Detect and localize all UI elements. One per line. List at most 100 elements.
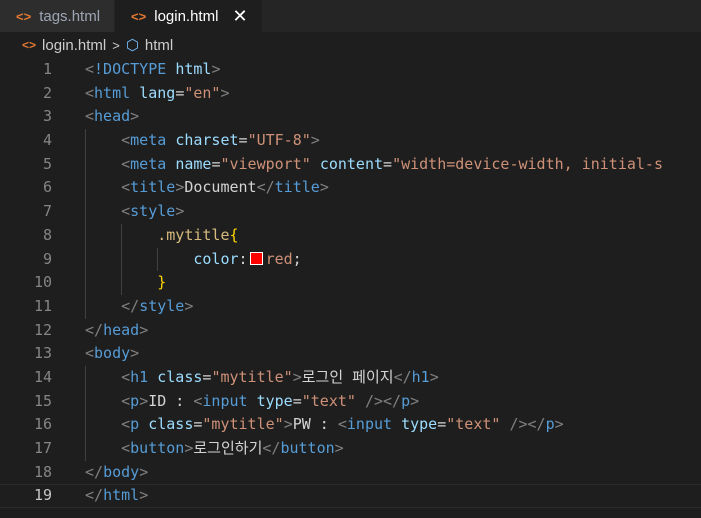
code-token: > [139, 462, 149, 481]
code-line[interactable]: 14 <h1 class="mytitle">로그인 페이지</h1> [0, 366, 701, 390]
code-token: > [283, 415, 293, 434]
code-line[interactable]: 17 <button>로그인하기</button> [0, 437, 701, 461]
code-token: red [265, 249, 293, 268]
code-token: < [121, 131, 131, 150]
code-token: </ [85, 486, 104, 505]
code-line[interactable]: 11 </style> [0, 295, 701, 319]
code-line[interactable]: 12 </head> [0, 319, 701, 343]
line-number: 2 [42, 83, 52, 102]
code-token: "en" [184, 83, 221, 102]
code-token: > [554, 415, 564, 434]
indent-guide [85, 129, 86, 319]
code-token: meta [130, 154, 167, 173]
code-token: </ [85, 462, 104, 481]
code-line[interactable]: 5 <meta name="viewport" content="width=d… [0, 153, 701, 177]
code-token: content [319, 154, 384, 173]
code-token: < [121, 178, 131, 197]
code-text: <body> [85, 342, 139, 366]
code-token: </ [85, 320, 104, 339]
indent-guide [121, 223, 123, 295]
code-token: ; [292, 249, 302, 268]
code-token: style [139, 296, 185, 315]
code-token: h1 [130, 367, 149, 386]
tab-tags-html[interactable]: <> tags.html [0, 0, 116, 32]
code-text: </body> [85, 461, 148, 485]
code-editor[interactable]: 1 <!DOCTYPE html> 2 <html lang="en"> 3 <head>… [0, 58, 701, 509]
line-number: 19 [33, 486, 52, 505]
code-token: > [130, 344, 140, 363]
code-token: html [103, 486, 140, 505]
line-number: 10 [33, 273, 52, 292]
code-line[interactable]: 19 </html> [0, 484, 701, 509]
code-token: html [94, 83, 131, 102]
color-swatch-icon[interactable] [249, 251, 263, 265]
code-token: head [94, 107, 131, 126]
code-token: p [130, 391, 140, 410]
code-text: color: red; [85, 248, 302, 272]
code-token: h1 [411, 367, 430, 386]
code-line[interactable]: 13 <body> [0, 342, 701, 366]
code-line[interactable]: 16 <p class="mytitle">PW : <input type="… [0, 413, 701, 437]
code-token: meta [130, 131, 167, 150]
code-text: <style> [85, 200, 184, 224]
code-line[interactable]: 2 <html lang="en"> [0, 82, 701, 106]
code-line[interactable]: 6 <title>Document</title> [0, 176, 701, 200]
code-text: </style> [85, 295, 193, 319]
code-token: "UTF-8" [247, 131, 311, 150]
code-token: body [94, 344, 131, 363]
code-text: <meta name="viewport" content="width=dev… [85, 153, 663, 177]
code-token: /></ [509, 415, 546, 434]
close-icon[interactable]: ✕ [232, 6, 247, 27]
code-line[interactable]: 10 } [0, 271, 701, 295]
breadcrumb-file[interactable]: login.html [42, 37, 106, 54]
code-token: > [139, 320, 149, 339]
code-line[interactable]: 18 </body> [0, 461, 701, 485]
line-number: 1 [42, 60, 52, 78]
code-token: PW : [292, 415, 338, 434]
tab-label: tags.html [39, 7, 101, 25]
code-token: body [103, 462, 140, 481]
code-token: < [85, 107, 95, 126]
code-line[interactable]: 7 <style> [0, 200, 701, 224]
code-line[interactable]: 15 <p>ID : <input type="text" /></p> [0, 390, 701, 414]
breadcrumb-symbol[interactable]: html [145, 37, 173, 54]
code-line[interactable]: 1 <!DOCTYPE html> [0, 58, 701, 82]
line-number: 9 [42, 249, 52, 268]
code-token: > [310, 131, 320, 150]
code-line[interactable]: 8 .mytitle{ [0, 224, 701, 248]
code-token: "mytitle" [202, 415, 284, 434]
code-line[interactable]: 4 <meta charset="UTF-8"> [0, 129, 701, 153]
code-token: Document [184, 178, 257, 197]
code-token: < [121, 439, 131, 457]
code-token: .mytitle [157, 225, 230, 244]
line-number: 18 [33, 462, 52, 481]
code-token: > [220, 83, 230, 102]
code-token: > [410, 391, 420, 410]
code-token: > [130, 107, 140, 126]
line-number: 6 [42, 178, 52, 197]
indent-guide [157, 247, 159, 272]
code-token: < [121, 367, 131, 386]
code-token: > [292, 367, 302, 386]
html-file-icon: <> [16, 8, 32, 24]
code-line[interactable]: 9 color: red; [0, 248, 701, 272]
code-token: > [211, 60, 221, 78]
code-token: "text" [446, 415, 501, 434]
code-token: input [346, 415, 393, 434]
code-token: > [429, 367, 439, 386]
code-token: "text" [301, 391, 356, 410]
code-line[interactable]: 3 <head> [0, 105, 701, 129]
code-token: style [130, 202, 176, 221]
tab-login-html[interactable]: <> login.html ✕ [115, 0, 263, 32]
code-token: > [319, 178, 329, 197]
code-token: button [280, 439, 335, 457]
